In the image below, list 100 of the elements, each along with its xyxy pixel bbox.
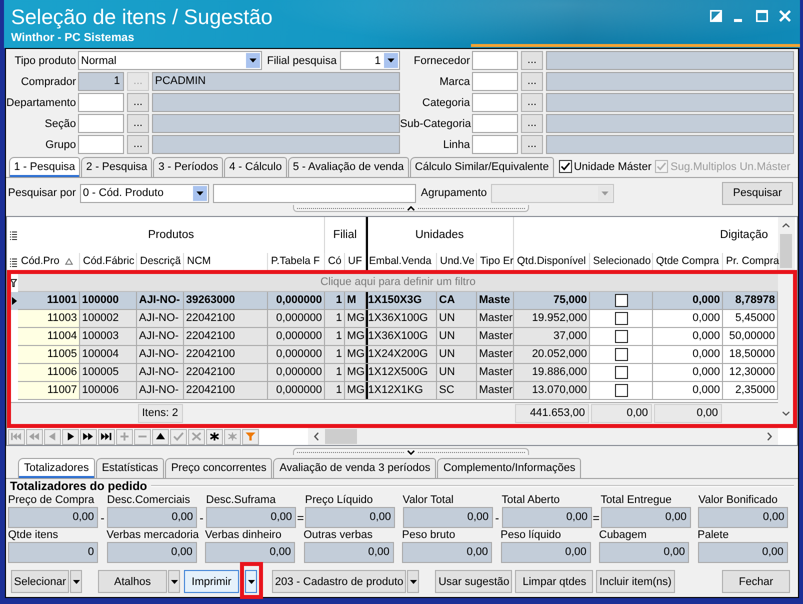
action-button[interactable]: Selecionar: [11, 570, 69, 593]
scroll-left-icon[interactable]: [314, 432, 319, 441]
table-row[interactable]: 11005 100004 AJI-NO- 22042100 0,000000 1 MG 1X24X200G UN Master 20.052,000 0,000 18,50000: [7, 346, 778, 364]
checkbox[interactable]: [614, 384, 628, 397]
code-field[interactable]: [472, 135, 518, 154]
table-cell[interactable]: 5,45000: [723, 310, 778, 328]
browse-button[interactable]: ...: [127, 135, 149, 154]
table-cell[interactable]: 0,000: [653, 310, 723, 328]
column-header[interactable]: Có: [325, 253, 345, 272]
table-cell[interactable]: 18,50000: [723, 346, 778, 364]
tab[interactable]: 5 - Avaliação de venda: [288, 157, 409, 177]
action-button[interactable]: Imprimir: [184, 570, 239, 593]
splitter-handle[interactable]: [293, 205, 529, 212]
column-header[interactable]: UF: [345, 253, 366, 272]
column-header[interactable]: Embal.Venda: [366, 253, 437, 272]
browse-button[interactable]: ...: [521, 72, 543, 91]
column-header[interactable]: Tipo Er: [477, 253, 514, 272]
checkbox[interactable]: [614, 294, 628, 307]
table-cell[interactable]: 0,000: [653, 328, 723, 346]
column-header[interactable]: Und.Ve: [437, 253, 477, 272]
navigator-button[interactable]: [80, 428, 97, 444]
dropdown-field[interactable]: Normal: [78, 51, 262, 70]
column-header[interactable]: NCM: [184, 253, 268, 272]
navigator-button[interactable]: [98, 428, 115, 444]
horizontal-scrollbar[interactable]: [308, 428, 778, 445]
code-field[interactable]: [78, 114, 124, 133]
table-cell[interactable]: 12,30000: [723, 364, 778, 382]
maximize-icon[interactable]: [756, 10, 768, 22]
navigator-button[interactable]: [62, 428, 79, 444]
action-button[interactable]: Limpar qtdes: [515, 570, 594, 593]
tab[interactable]: Complemento/Informações: [437, 458, 582, 478]
tab[interactable]: Preço concorrentes: [165, 458, 272, 478]
table-cell[interactable]: [590, 346, 653, 364]
tab[interactable]: Avaliação de venda 3 períodos: [273, 458, 436, 478]
tab[interactable]: Totalizadores: [18, 458, 95, 478]
checkbox[interactable]: [614, 312, 628, 325]
tab[interactable]: Estatísticas: [96, 458, 164, 478]
column-header[interactable]: Cód.Fábric: [80, 253, 137, 272]
tab[interactable]: 3 - Períodos: [153, 157, 224, 177]
scrollbar-thumb[interactable]: [325, 429, 357, 444]
table-row[interactable]: 11006 100005 AJI-NO- 22042100 0,000000 1 MG 1X12X500G UN Master 19.886,000 0,000 12,30000: [7, 364, 778, 382]
browse-button[interactable]: ...: [521, 114, 543, 133]
browse-button[interactable]: ...: [521, 93, 543, 112]
action-button[interactable]: Incluir item(ns): [596, 570, 675, 593]
table-cell[interactable]: 50,00000: [723, 328, 778, 346]
half-filled-square-icon[interactable]: [710, 10, 722, 22]
splitter-handle[interactable]: [293, 448, 529, 455]
dropdown-field[interactable]: 0 - Cód. Produto: [80, 184, 209, 202]
code-field[interactable]: [78, 135, 124, 154]
table-cell[interactable]: [590, 382, 653, 400]
table-cell[interactable]: 0,000: [653, 382, 723, 400]
dropdown-button[interactable]: [407, 570, 420, 593]
table-row[interactable]: 11004 100003 AJI-NO- 22042100 0,000000 1 MG 1X36X100G UN Master 37,000 0,000 50,00000: [7, 328, 778, 346]
table-cell[interactable]: 2,35000: [723, 382, 778, 400]
dropdown-field[interactable]: 1: [340, 51, 400, 70]
dropdown-button[interactable]: [70, 570, 82, 593]
code-field[interactable]: [472, 72, 518, 91]
action-button[interactable]: Atalhos: [98, 570, 167, 593]
action-button[interactable]: Usar sugestão: [435, 570, 512, 593]
column-chooser-icon[interactable]: [10, 230, 17, 240]
scroll-up-icon[interactable]: [782, 223, 790, 228]
close-button[interactable]: Fechar: [722, 570, 790, 593]
action-button[interactable]: 203 - Cadastro de produto: [272, 570, 406, 593]
browse-button[interactable]: ...: [127, 93, 149, 112]
column-chooser-icon[interactable]: [10, 258, 17, 267]
scroll-right-icon[interactable]: [767, 432, 772, 441]
scrollbar-thumb[interactable]: [780, 234, 792, 268]
tab[interactable]: 1 - Pesquisa: [9, 157, 80, 177]
checkbox[interactable]: [614, 366, 628, 379]
column-header[interactable]: Qtde Compra: [653, 253, 723, 272]
table-cell[interactable]: [590, 328, 653, 346]
code-field[interactable]: [472, 93, 518, 112]
checkbox-label[interactable]: Unidade Máster: [574, 160, 652, 172]
browse-button[interactable]: ...: [127, 114, 149, 133]
checkbox[interactable]: [614, 348, 628, 361]
column-header[interactable]: Qtd.Disponível: [514, 253, 590, 272]
column-header[interactable]: Descriçã: [137, 253, 184, 272]
vertical-scrollbar[interactable]: [778, 217, 795, 424]
browse-button[interactable]: ...: [521, 135, 543, 154]
navigator-button[interactable]: [152, 428, 169, 444]
tab[interactable]: 2 - Pesquisa: [81, 157, 152, 177]
navigator-button[interactable]: [206, 428, 223, 444]
dropdown-button[interactable]: [245, 570, 257, 593]
scroll-down-icon[interactable]: [782, 411, 790, 416]
table-row[interactable]: 11007 100006 AJI-NO- 22042100 0,000000 1 MG 1X12X1KG SC Master 13.070,000 0,000 2,35000: [7, 382, 778, 400]
tab[interactable]: 4 - Cálculo: [224, 157, 287, 177]
code-field[interactable]: [78, 93, 124, 112]
dropdown-button[interactable]: [168, 570, 180, 593]
column-header[interactable]: P.Tabela F: [268, 253, 325, 272]
checkbox[interactable]: [558, 160, 572, 173]
table-cell[interactable]: 0,000: [653, 346, 723, 364]
table-cell[interactable]: [590, 310, 653, 328]
code-field[interactable]: [472, 51, 518, 70]
column-header[interactable]: Selecionado: [590, 253, 653, 272]
column-header[interactable]: Cód.Pro: [18, 253, 80, 272]
tab[interactable]: Cálculo Similar/Equivalente: [410, 157, 554, 177]
search-button[interactable]: Pesquisar: [722, 182, 793, 204]
table-cell[interactable]: [590, 364, 653, 382]
table-row[interactable]: 11003 100002 AJI-NO- 22042100 0,000000 1 MG 1X36X100G UN Master 19.952,000 0,000 5,45000: [7, 310, 778, 328]
search-input[interactable]: [212, 184, 416, 202]
